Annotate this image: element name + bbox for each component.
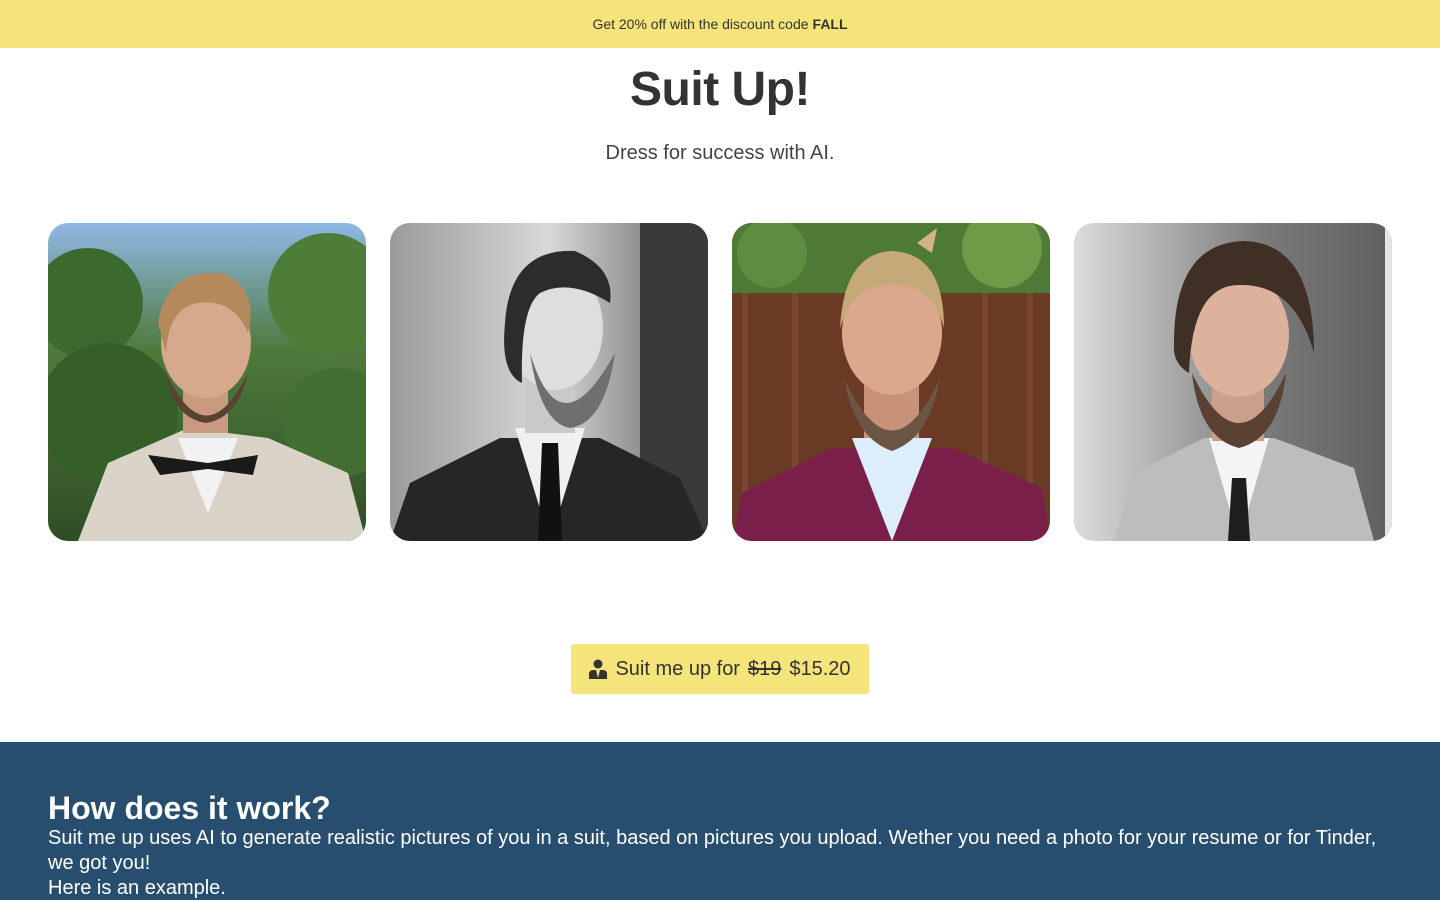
how-it-works-section: How does it work? Suit me up uses AI to … bbox=[0, 742, 1440, 900]
gallery-image-outdoor-bowtie bbox=[48, 223, 366, 541]
cta-new-price: $15.20 bbox=[789, 657, 851, 680]
person-suit-icon bbox=[589, 659, 608, 679]
cta-old-price: $19 bbox=[747, 657, 782, 680]
promo-code: FALL bbox=[812, 16, 848, 32]
suit-me-up-button[interactable]: Suit me up for $19 $15.20 bbox=[571, 644, 869, 694]
gallery-image-grey-suit-studio bbox=[1074, 223, 1392, 541]
page-subtitle: Dress for success with AI. bbox=[605, 142, 835, 164]
promo-banner: Get 20% off with the discount code FALL bbox=[0, 0, 1440, 48]
how-it-works-description: Suit me up uses AI to generate realistic… bbox=[48, 827, 1377, 874]
how-it-works-example: Here is an example. bbox=[48, 877, 226, 899]
how-it-works-title: How does it work? bbox=[48, 790, 331, 826]
page-title: Suit Up! bbox=[630, 63, 810, 116]
cta-label: Suit me up for bbox=[615, 657, 740, 680]
example-gallery bbox=[48, 223, 1392, 541]
promo-text: Get 20% off with the discount code bbox=[592, 16, 809, 32]
gallery-image-burgundy-jacket bbox=[732, 223, 1050, 541]
gallery-image-black-white-profile bbox=[390, 223, 708, 541]
